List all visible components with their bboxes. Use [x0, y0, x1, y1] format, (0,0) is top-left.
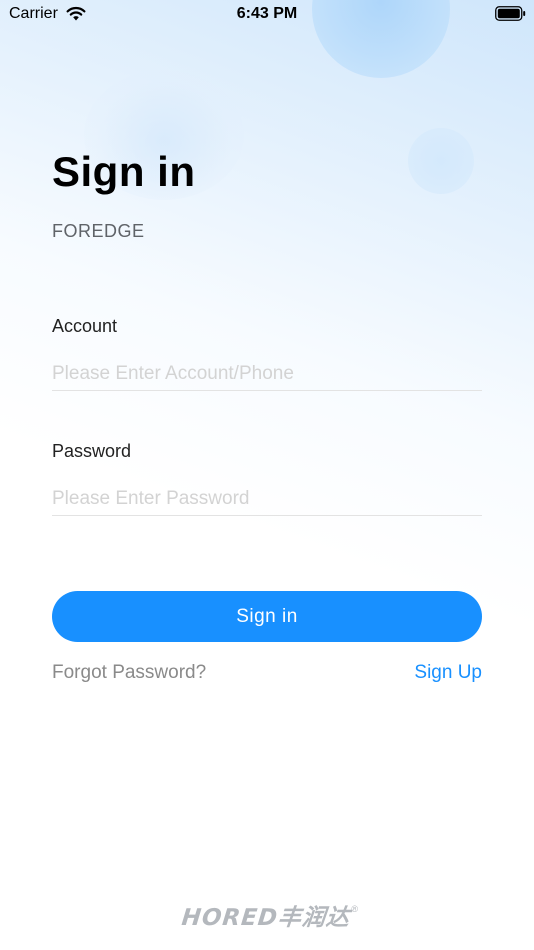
sign-in-button[interactable]: Sign in: [52, 591, 482, 642]
account-label: Account: [52, 316, 118, 336]
brand-logo: HORED丰润达 ®: [160, 900, 380, 931]
account-input[interactable]: [52, 357, 482, 391]
password-input[interactable]: [52, 482, 482, 516]
sign-up-link[interactable]: Sign Up: [414, 662, 482, 684]
password-label: Password: [52, 441, 132, 461]
status-time: 6:43 PM: [236, 5, 298, 22]
brand-logo-text: HORED丰润达: [180, 905, 352, 931]
decorative-bubble-small: [408, 128, 474, 194]
status-bar: Carrier 6:43 PM: [0, 0, 534, 30]
page-title: Sign in: [52, 148, 196, 195]
company-subtitle: FOREDGE: [52, 221, 145, 241]
forgot-password-link[interactable]: Forgot Password?: [52, 662, 206, 684]
registered-mark: ®: [351, 904, 358, 914]
login-screen: Carrier 6:43 PM Sign in FOREDGE Account …: [0, 0, 534, 950]
battery-icon: [495, 6, 526, 26]
